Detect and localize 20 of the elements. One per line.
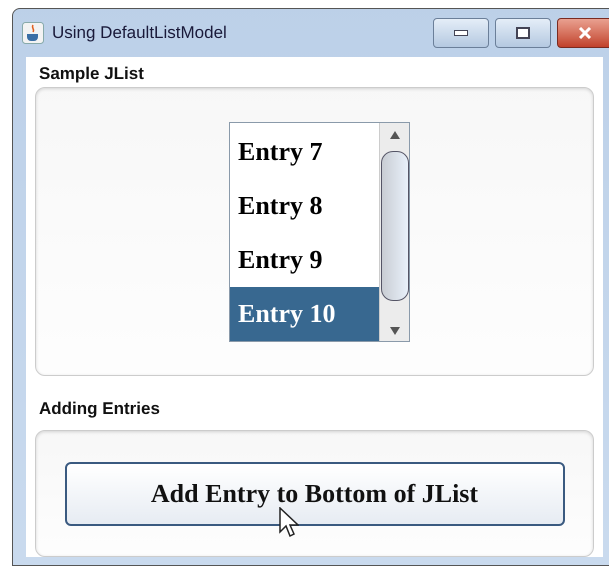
minimize-icon: [454, 30, 468, 36]
maximize-icon: [516, 27, 530, 39]
up-arrow-icon: [390, 130, 400, 138]
list-item[interactable]: Entry 9: [230, 232, 379, 286]
mouse-pointer-icon: [279, 507, 299, 539]
scrollbar-thumb[interactable]: [380, 150, 408, 300]
minimize-button[interactable]: [433, 18, 489, 48]
maximize-button[interactable]: [495, 18, 551, 48]
list-item[interactable]: Entry 10: [230, 286, 379, 340]
java-cup-icon: [22, 22, 44, 44]
list-item[interactable]: Entry 7: [230, 124, 379, 178]
scrollbar[interactable]: [379, 122, 409, 340]
section-title: Adding Entries: [39, 398, 161, 420]
close-icon: [578, 27, 592, 39]
list-item[interactable]: Entry 8: [230, 178, 379, 232]
add-entry-button[interactable]: Add Entry to Bottom of JList: [64, 462, 564, 526]
close-button[interactable]: [557, 18, 609, 48]
down-arrow-icon: [390, 326, 400, 334]
window-title: Using DefaultListModel: [52, 22, 227, 44]
section-title: Sample JList: [39, 63, 145, 85]
